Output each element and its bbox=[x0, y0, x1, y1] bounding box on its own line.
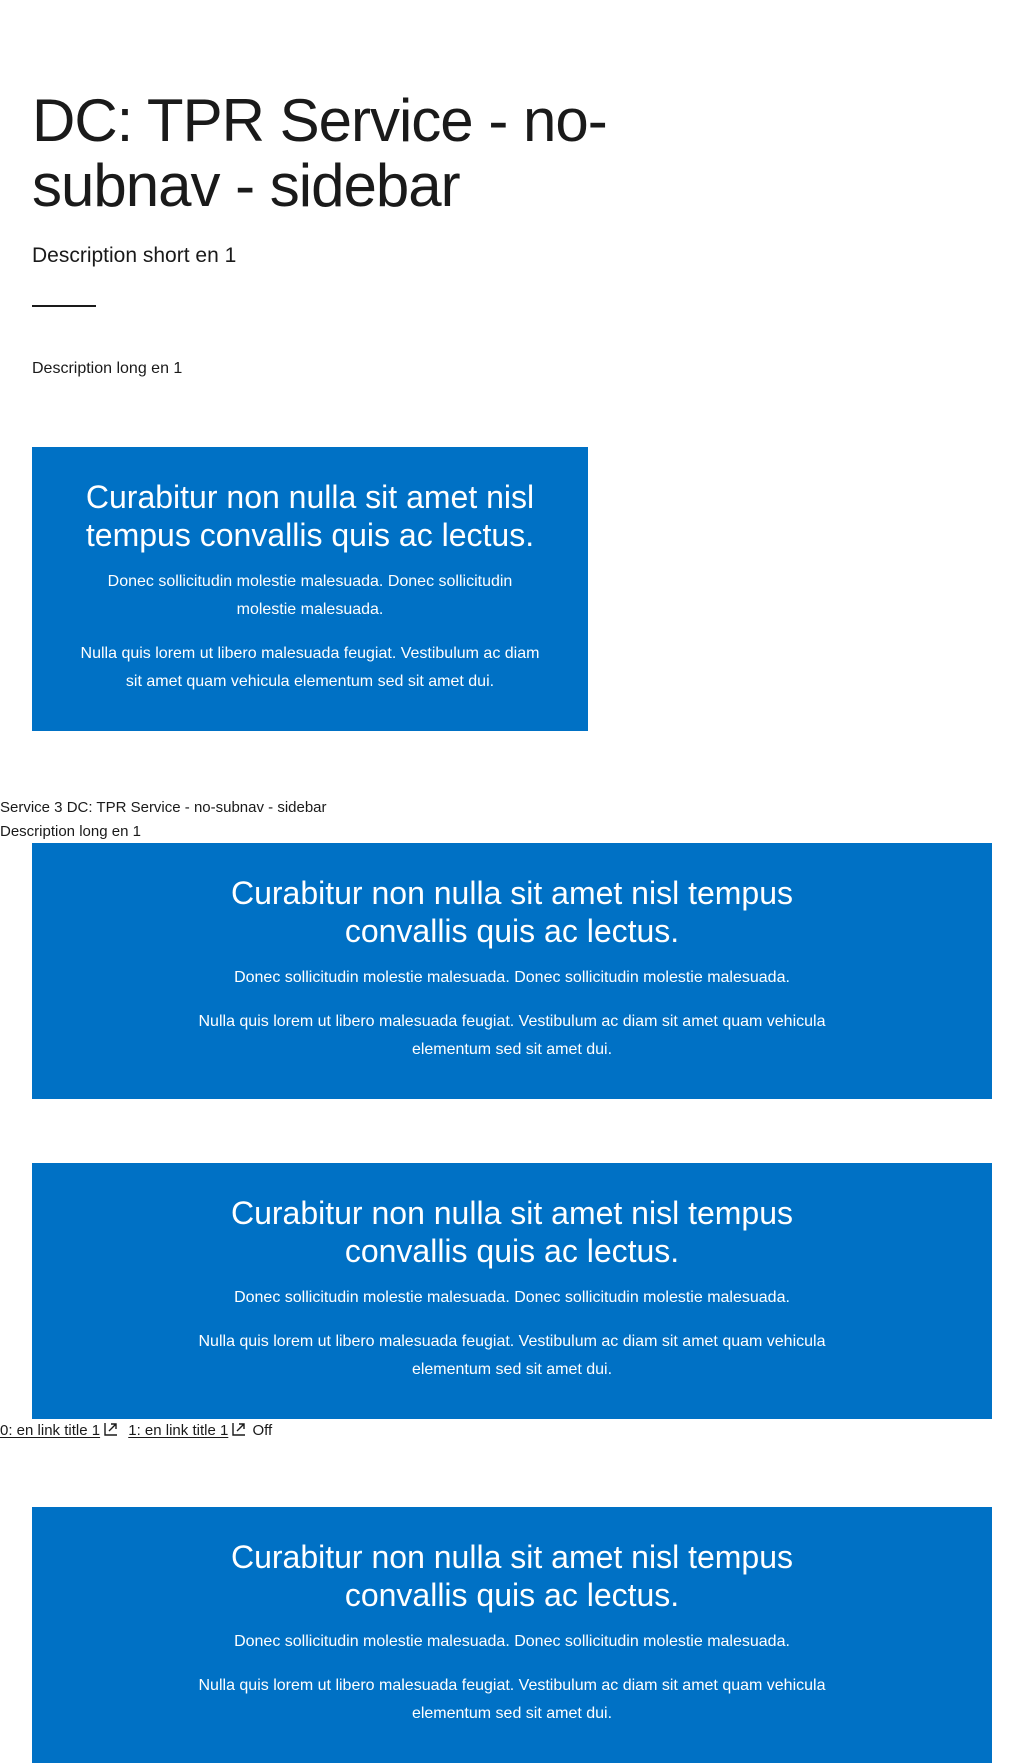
links-row: 0: en link title 1 1: en link title 1 Of… bbox=[0, 1419, 272, 1443]
promo-heading: Curabitur non nulla sit amet nisl tempus… bbox=[85, 479, 535, 553]
link-1-label: 1: en link title 1 bbox=[128, 1422, 229, 1439]
promo-paragraph: Nulla quis lorem ut libero malesuada feu… bbox=[198, 1333, 826, 1378]
promo-paragraph: Donec sollicitudin molestie malesuada. D… bbox=[234, 1289, 790, 1306]
promo-block-wide: Curabitur non nulla sit amet nisl tempus… bbox=[32, 1507, 992, 1763]
promo-paragraph: Nulla quis lorem ut libero malesuada feu… bbox=[198, 1013, 826, 1058]
promo-heading: Curabitur non nulla sit amet nisl tempus… bbox=[230, 875, 794, 949]
promo-block-narrow: Curabitur non nulla sit amet nisl tempus… bbox=[32, 447, 588, 731]
service-meta-title: Service 3 DC: TPR Service - no-subnav - … bbox=[0, 799, 327, 816]
promo-paragraph: Donec sollicitudin molestie malesuada. D… bbox=[234, 1633, 790, 1650]
promo-paragraph: Nulla quis lorem ut libero malesuada feu… bbox=[198, 1677, 826, 1722]
promo-paragraph: Nulla quis lorem ut libero malesuada feu… bbox=[80, 645, 540, 690]
link-1[interactable]: 1: en link title 1 bbox=[128, 1422, 228, 1439]
promo-paragraph: Donec sollicitudin molestie malesuada. D… bbox=[234, 969, 790, 986]
divider bbox=[32, 305, 96, 307]
external-link-icon bbox=[232, 1420, 246, 1436]
description-long: Description long en 1 bbox=[32, 360, 183, 377]
link-status: Off bbox=[252, 1422, 273, 1439]
promo-heading: Curabitur non nulla sit amet nisl tempus… bbox=[230, 1539, 794, 1613]
service-meta-description: Description long en 1 bbox=[0, 823, 141, 840]
page-title: DC: TPR Service - no-subnav - sidebar bbox=[32, 87, 608, 219]
service-meta: Service 3 DC: TPR Service - no-subnav - … bbox=[0, 796, 327, 844]
page-header: DC: TPR Service - no-subnav - sidebar De… bbox=[32, 88, 632, 270]
link-0[interactable]: 0: en link title 1 bbox=[0, 1422, 100, 1439]
external-link-icon bbox=[104, 1420, 118, 1436]
promo-block-wide: Curabitur non nulla sit amet nisl tempus… bbox=[32, 843, 992, 1099]
promo-heading: Curabitur non nulla sit amet nisl tempus… bbox=[230, 1195, 794, 1269]
promo-block-wide: Curabitur non nulla sit amet nisl tempus… bbox=[32, 1163, 992, 1419]
link-0-label: 0: en link title 1 bbox=[0, 1422, 101, 1439]
promo-paragraph: Donec sollicitudin molestie malesuada. D… bbox=[107, 573, 513, 618]
description-short: Description short en 1 bbox=[32, 244, 237, 267]
